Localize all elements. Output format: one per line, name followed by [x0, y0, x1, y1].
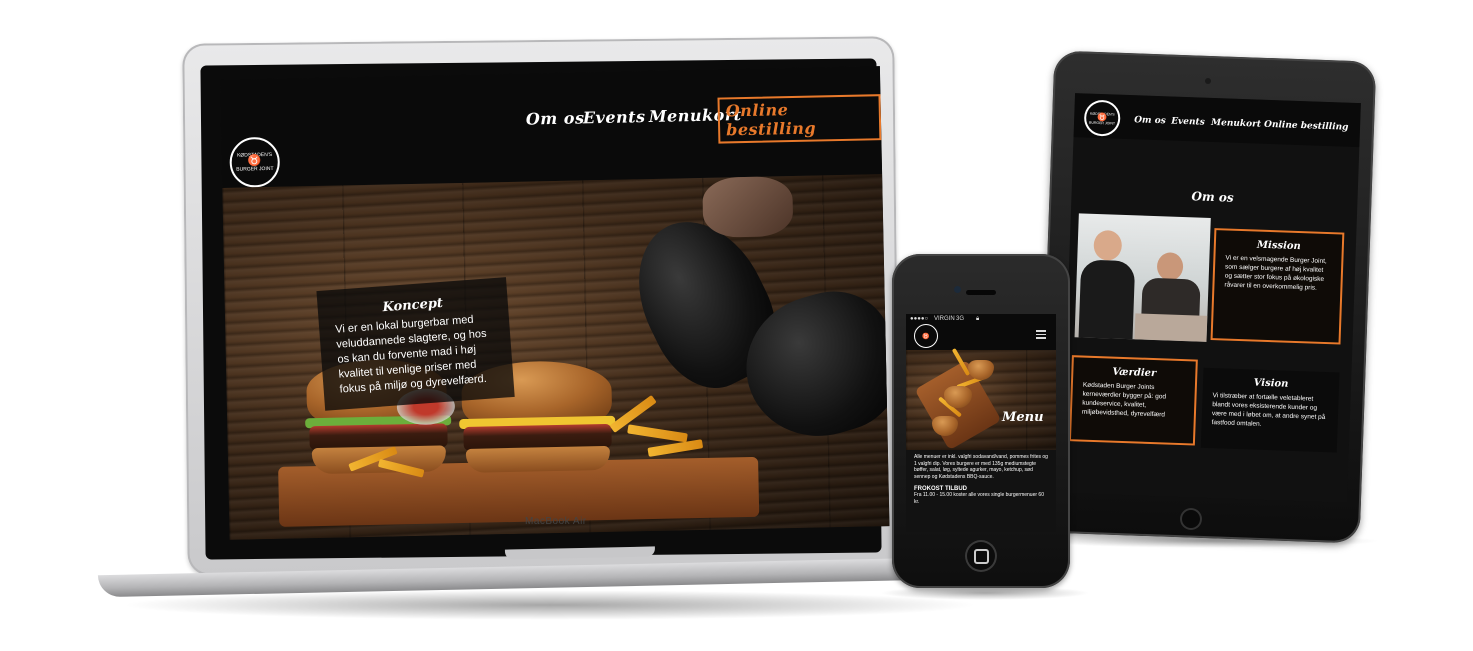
tablet-camera-icon [1205, 78, 1211, 84]
fries [647, 439, 704, 457]
nav-online-bestilling-button[interactable]: Online bestilling [717, 94, 882, 144]
home-square-icon [973, 548, 989, 564]
nav-events[interactable]: Events [1171, 117, 1205, 128]
nav-om-os[interactable]: Om os [526, 108, 585, 128]
mission-text: Vi er en velsmagende Burger Joint, som s… [1224, 254, 1327, 292]
phone-camera-icon [954, 286, 961, 293]
menu-title: Menu [1002, 410, 1044, 425]
menu-text: Alle menuer er inkl. valgfri sodavand/va… [914, 454, 1048, 480]
mission-title: Mission [1256, 239, 1301, 253]
nav-om-os[interactable]: Om os [1134, 115, 1166, 126]
laptop-model-label: MacBook Air [525, 516, 587, 527]
nav-menukort[interactable]: Menukort [1211, 118, 1261, 130]
network-label: 3G [956, 316, 965, 322]
mission-card: Mission Vi er en velsmagende Burger Join… [1210, 228, 1345, 345]
lock-icon: 🔒︎ [976, 316, 980, 322]
bull-icon: ♉ [922, 333, 930, 340]
signal-icon: ●●●●○ [910, 316, 929, 322]
hero-image: Koncept Vi er en lokal burgerbar med vel… [222, 174, 890, 540]
person-head [1156, 252, 1184, 281]
nav-online-bestilling[interactable]: Online bestilling [1264, 120, 1349, 133]
values-text: Kødstaden Burger Joints kerneværdier byg… [1081, 381, 1167, 419]
phone-screen: ●●●●○ VIRGIN 3G 🔒︎ ♉ Menu Alle menuer er… [906, 314, 1056, 532]
concept-text: Vi er en lokal burgerbar med veluddanned… [334, 313, 488, 396]
burger [968, 360, 994, 380]
tattooed-arm [702, 176, 794, 238]
phone-shadow [880, 586, 1090, 600]
tablet-home-button[interactable] [1180, 508, 1202, 530]
vision-text: Vi tilstræber at fortælle veletableret b… [1211, 392, 1326, 428]
brand-logo[interactable]: KØDSTADEN'S ♉ BURGER JOINT [229, 136, 281, 188]
values-title: Værdier [1112, 366, 1157, 380]
laptop-screen: KØDSTADEN'S ♉ BURGER JOINT Om os Events … [220, 66, 890, 540]
tablet-screen: KØDSTADEN'S ♉ BURGER JOINT Om os Events … [1061, 93, 1361, 503]
carrier-label: VIRGIN [934, 316, 955, 322]
phone-speaker [966, 290, 996, 295]
phone-home-button[interactable] [965, 540, 997, 572]
laptop-shadow [120, 590, 980, 620]
person-apron [1078, 259, 1136, 342]
logo-bottom-text: BURGER JOINT [1088, 120, 1116, 126]
counter [1134, 313, 1208, 342]
hamburger-menu-icon[interactable] [1036, 330, 1046, 339]
offer-text: Fra 11.00 - 15.00 koster alle vores sing… [914, 492, 1044, 505]
burger-bun-bottom [465, 445, 611, 473]
person-head [1093, 229, 1123, 261]
vision-card: Vision Vi tilstræber at fortælle veletab… [1200, 367, 1340, 453]
tablet-navbar: KØDSTADEN'S ♉ BURGER JOINT Om os Events … [1073, 93, 1361, 148]
brand-logo[interactable]: ♉ [914, 324, 938, 348]
brand-logo[interactable]: KØDSTADEN'S ♉ BURGER JOINT [1083, 99, 1121, 137]
menu-hero-image: Menu [906, 348, 1056, 451]
concept-card: Koncept Vi er en lokal burgerbar med vel… [316, 277, 515, 411]
laptop-navbar: KØDSTADEN'S ♉ BURGER JOINT Om os Events … [220, 66, 883, 188]
vision-title: Vision [1253, 377, 1289, 390]
team-photo [1074, 213, 1211, 342]
section-title: Om os [1191, 189, 1234, 205]
fries [627, 424, 688, 443]
logo-bottom-text: BURGER JOINT [236, 165, 274, 173]
nav-events[interactable]: Events [583, 107, 646, 127]
menu-info: Alle menuer er inkl. valgfri sodavand/va… [906, 450, 1056, 532]
phone-navbar: ●●●●○ VIRGIN 3G 🔒︎ ♉ [906, 314, 1056, 350]
values-card: Værdier Kødstaden Burger Joints kernevær… [1068, 355, 1198, 446]
